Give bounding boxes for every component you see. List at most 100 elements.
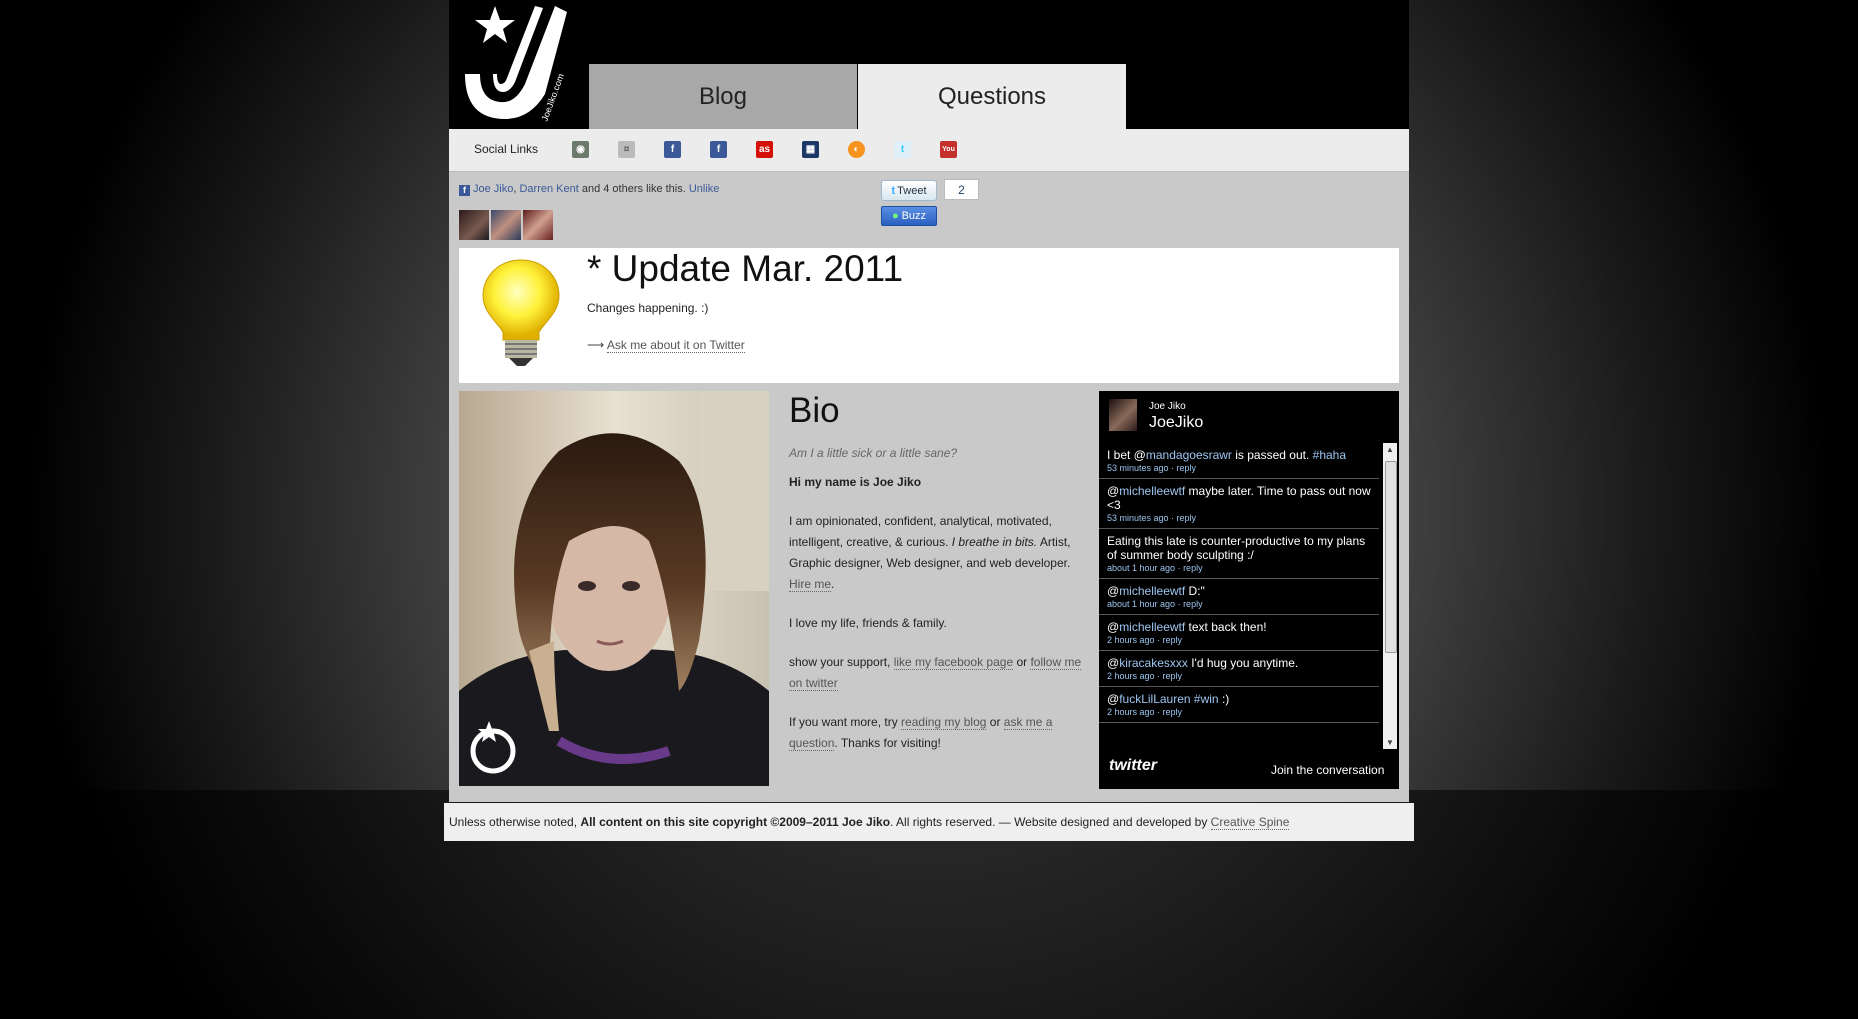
ask-twitter-link[interactable]: Ask me about it on Twitter xyxy=(606,338,745,353)
bio-heading: Bio xyxy=(789,391,840,430)
lastfm-icon[interactable]: as xyxy=(756,141,773,158)
deviantart-icon[interactable]: ◉ xyxy=(572,141,589,158)
site-logo[interactable]: JoeJiko.com xyxy=(455,4,573,126)
like-rest-text: and 4 others like this. xyxy=(578,183,689,195)
tweet-mention-link[interactable]: kiracakesxxx xyxy=(1119,656,1188,670)
footer: Unless otherwise noted, All content on t… xyxy=(444,803,1414,841)
tweet-meta: 2 hours ago · reply xyxy=(1107,707,1183,717)
tweet-reply-link[interactable]: reply xyxy=(1163,671,1183,681)
youtube-icon[interactable]: You xyxy=(940,141,957,158)
unlike-link[interactable]: Unlike xyxy=(689,183,720,195)
bio-paragraph-3: show your support, like my facebook page… xyxy=(789,652,1089,694)
facebook-icon[interactable]: f xyxy=(664,141,681,158)
tweet-text: I'd hug you anytime. xyxy=(1187,656,1299,670)
liker-joe-jiko[interactable]: Joe Jiko xyxy=(473,183,513,195)
scroll-up-icon[interactable]: ▲ xyxy=(1386,445,1394,454)
tweet-text: @ xyxy=(1107,620,1120,634)
tweet-meta: 53 minutes ago · reply xyxy=(1107,513,1197,523)
tweet-reply-link[interactable]: reply xyxy=(1163,635,1183,645)
join-conversation-link[interactable]: Join the conversation xyxy=(1271,763,1384,777)
twitter-display-name[interactable]: Joe Jiko xyxy=(1149,401,1186,412)
tweet-text: Eating this late is counter-productive t… xyxy=(1107,534,1366,562)
tweet-time-link[interactable]: 2 hours ago xyxy=(1107,671,1155,681)
tweet-button-label: Tweet xyxy=(897,184,927,197)
tweet-text: :) xyxy=(1218,692,1230,706)
tweet-meta: 53 minutes ago · reply xyxy=(1107,463,1197,473)
tweet-hashtag-link[interactable]: #haha xyxy=(1313,448,1346,462)
footer-text: Unless otherwise noted, xyxy=(449,815,578,829)
tweet-text: is passed out. xyxy=(1231,448,1313,462)
footer-copyright: All content on this site copyright ©2009… xyxy=(580,815,891,829)
rss-icon[interactable]: ◐ xyxy=(848,141,865,158)
tab-questions[interactable]: Questions xyxy=(858,64,1126,129)
tweet-item: Eating this late is counter-productive t… xyxy=(1099,529,1379,579)
bio-tagline: Am I a little sick or a little sane? xyxy=(789,446,958,460)
tweet-item: @michelleewtf D:" about 1 hour ago · repl… xyxy=(1099,579,1379,615)
buzz-button-label: Buzz xyxy=(901,210,927,222)
tweet-mention-link[interactable]: michelleewtf xyxy=(1119,584,1185,598)
tweet-item: @fuckLilLauren #win :) 2 hours ago · repl… xyxy=(1099,687,1379,723)
tweet-hashtag-link[interactable]: #win xyxy=(1194,692,1219,706)
tweet-list[interactable]: I bet @mandagoesrawr is passed out. #hah… xyxy=(1099,443,1379,749)
page-wrapper: JoeJiko.com Blog Questions Social Links … xyxy=(444,0,1414,841)
social-links-bar: Social Links ◉ ¤ f f as ▦ ◐ t You xyxy=(449,129,1409,172)
formspring-icon[interactable]: ¤ xyxy=(618,141,635,158)
tweet-item: @kiracakesxxx I'd hug you anytime. 2 hour… xyxy=(1099,651,1379,687)
buzz-button[interactable]: ● Buzz xyxy=(881,206,937,226)
myspace-icon[interactable]: ▦ xyxy=(802,141,819,158)
scrollbar-thumb[interactable] xyxy=(1385,461,1397,653)
update-box: * Update Mar. 2011 Changes happening. :)… xyxy=(459,248,1399,383)
tweet-time-link[interactable]: 2 hours ago xyxy=(1107,707,1155,717)
buzz-icon: ● xyxy=(891,210,899,222)
tweet-text: text back then! xyxy=(1185,620,1267,634)
tweet-time-link[interactable]: about 1 hour ago xyxy=(1107,563,1175,573)
creative-spine-link[interactable]: Creative Spine xyxy=(1210,815,1290,830)
twitter-avatar[interactable] xyxy=(1109,399,1137,431)
bio-text: or xyxy=(1013,655,1031,669)
tweet-mention-link[interactable]: fuckLilLauren xyxy=(1119,692,1190,706)
read-blog-link[interactable]: reading my blog xyxy=(901,715,987,730)
bio-text: . xyxy=(831,577,835,591)
facebook-page-icon[interactable]: f xyxy=(710,141,727,158)
tweet-time-link[interactable]: 2 hours ago xyxy=(1107,635,1155,645)
liker-avatar[interactable] xyxy=(459,210,489,240)
hire-me-link[interactable]: Hire me xyxy=(789,577,832,592)
tweet-time-link[interactable]: 53 minutes ago xyxy=(1107,513,1169,523)
ask-twitter-row: ⟶ Ask me about it on Twitter xyxy=(587,338,745,353)
tweet-text: D:" xyxy=(1185,584,1205,598)
profile-photo xyxy=(459,391,769,786)
twitter-bird-icon: t xyxy=(891,184,896,197)
tweet-mention-link[interactable]: michelleewtf xyxy=(1119,620,1185,634)
main-content: f Joe Jiko, Darren Kent and 4 others like… xyxy=(449,172,1409,802)
header: JoeJiko.com Blog Questions xyxy=(449,0,1409,129)
facebook-page-link[interactable]: like my facebook page xyxy=(893,655,1014,670)
tweet-button[interactable]: t Tweet xyxy=(881,180,937,201)
tweet-list-scrollbar[interactable]: ▲ ▼ xyxy=(1383,443,1397,749)
tweet-mention-link[interactable]: mandagoesrawr xyxy=(1146,448,1232,462)
liker-darren-kent[interactable]: Darren Kent xyxy=(519,183,578,195)
tweet-text: @ xyxy=(1107,656,1120,670)
tweet-text: @ xyxy=(1107,584,1120,598)
tab-blog[interactable]: Blog xyxy=(589,64,857,129)
tweet-time-link[interactable]: about 1 hour ago xyxy=(1107,599,1175,609)
tweet-text: I bet @ xyxy=(1107,448,1146,462)
scroll-down-icon[interactable]: ▼ xyxy=(1386,738,1394,747)
tweet-reply-link[interactable]: reply xyxy=(1183,599,1203,609)
tweet-mention-link[interactable]: michelleewtf xyxy=(1119,484,1185,498)
tweet-item: @michelleewtf maybe later. Time to pass … xyxy=(1099,479,1379,529)
tweet-reply-link[interactable]: reply xyxy=(1177,513,1197,523)
update-title: * Update Mar. 2011 xyxy=(587,248,904,289)
liker-avatar[interactable] xyxy=(523,210,553,240)
bio-text: . Thanks for visiting! xyxy=(834,736,941,750)
tweet-time-link[interactable]: 53 minutes ago xyxy=(1107,463,1169,473)
twitter-logo[interactable]: twitter xyxy=(1109,757,1157,775)
twitter-handle[interactable]: JoeJiko xyxy=(1149,414,1203,432)
liker-avatar[interactable] xyxy=(491,210,521,240)
facebook-like-box: f Joe Jiko, Darren Kent and 4 others like… xyxy=(459,183,719,196)
tweet-meta: about 1 hour ago · reply xyxy=(1107,599,1203,609)
twitter-icon[interactable]: t xyxy=(894,141,911,158)
update-text: Changes happening. :) xyxy=(587,301,709,315)
tweet-reply-link[interactable]: reply xyxy=(1183,563,1203,573)
tweet-reply-link[interactable]: reply xyxy=(1163,707,1183,717)
tweet-reply-link[interactable]: reply xyxy=(1177,463,1197,473)
